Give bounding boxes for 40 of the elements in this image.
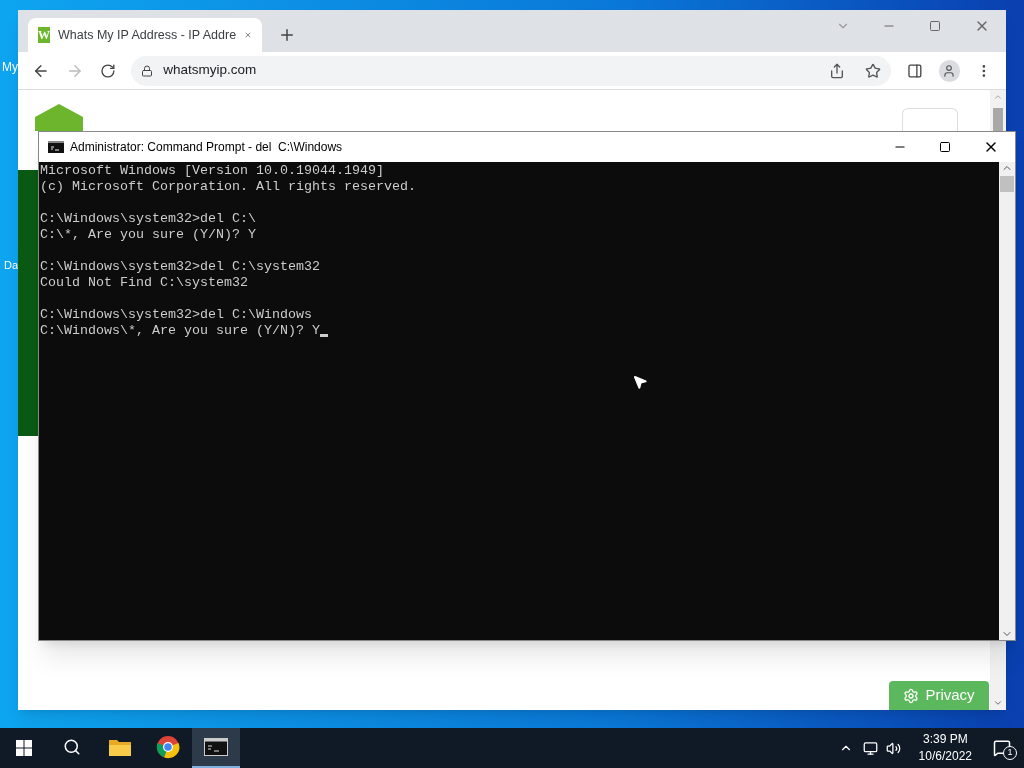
gear-icon	[903, 687, 920, 704]
scroll-thumb[interactable]	[1000, 176, 1014, 192]
terminal-icon	[204, 738, 228, 756]
chrome-icon	[156, 735, 180, 759]
console-line: C:\Windows\system32>del C:\Windows	[40, 307, 312, 323]
notification-badge: 1	[1003, 746, 1017, 760]
favicon: W	[38, 27, 50, 43]
menu-toggle-button[interactable]	[902, 108, 958, 131]
share-icon[interactable]	[828, 62, 845, 79]
windows-logo-icon	[16, 740, 32, 756]
lock-icon	[141, 64, 154, 77]
terminal-icon	[48, 141, 64, 153]
console-line: C:\Windows\system32>del C:\	[40, 211, 256, 227]
console-line: Microsoft Windows [Version 10.0.19044.1949]	[40, 163, 384, 179]
url-text: whatsmyip.com	[163, 61, 258, 80]
clock-time: 3:39 PM	[922, 731, 968, 748]
taskbar-button[interactable]	[192, 728, 240, 768]
new-tab-icon[interactable]	[278, 26, 296, 44]
clock[interactable]: 3:39 PM 10/6/2022	[910, 731, 980, 765]
address-bar[interactable]: whatsmyip.com	[131, 55, 891, 86]
console-line: Could Not Find C:\system32	[40, 275, 248, 291]
notification-icon[interactable]	[993, 739, 1011, 757]
scroll-down-icon[interactable]	[993, 698, 1003, 708]
console-line: (c) Microsoft Corporation. All rights reserved.	[40, 179, 416, 195]
side-panel-icon[interactable]	[906, 62, 923, 79]
maximize-icon[interactable]	[939, 141, 951, 153]
profile-avatar[interactable]	[938, 59, 961, 82]
tab-title: Whats My IP Address - IP Addre	[58, 26, 237, 44]
console-line: C:\Windows\*, Are you sure (Y/N)? Y	[40, 323, 320, 339]
scroll-thumb[interactable]	[993, 108, 1003, 131]
folder-icon	[108, 737, 132, 757]
bookmark-star-icon[interactable]	[864, 62, 881, 79]
console-title: Administrator: Command Prompt - del C:\Windows	[70, 139, 344, 156]
console-line: C:\*, Are you sure (Y/N)? Y	[40, 227, 256, 243]
search-icon	[63, 738, 81, 756]
volume-icon[interactable]	[885, 740, 901, 756]
browser-tab[interactable]: W Whats My IP Address - IP Addre	[28, 18, 262, 52]
reload-icon[interactable]	[99, 62, 116, 79]
clock-date: 10/6/2022	[918, 748, 972, 765]
console-line: C:\Windows\system32>del C:\system32	[40, 259, 320, 275]
